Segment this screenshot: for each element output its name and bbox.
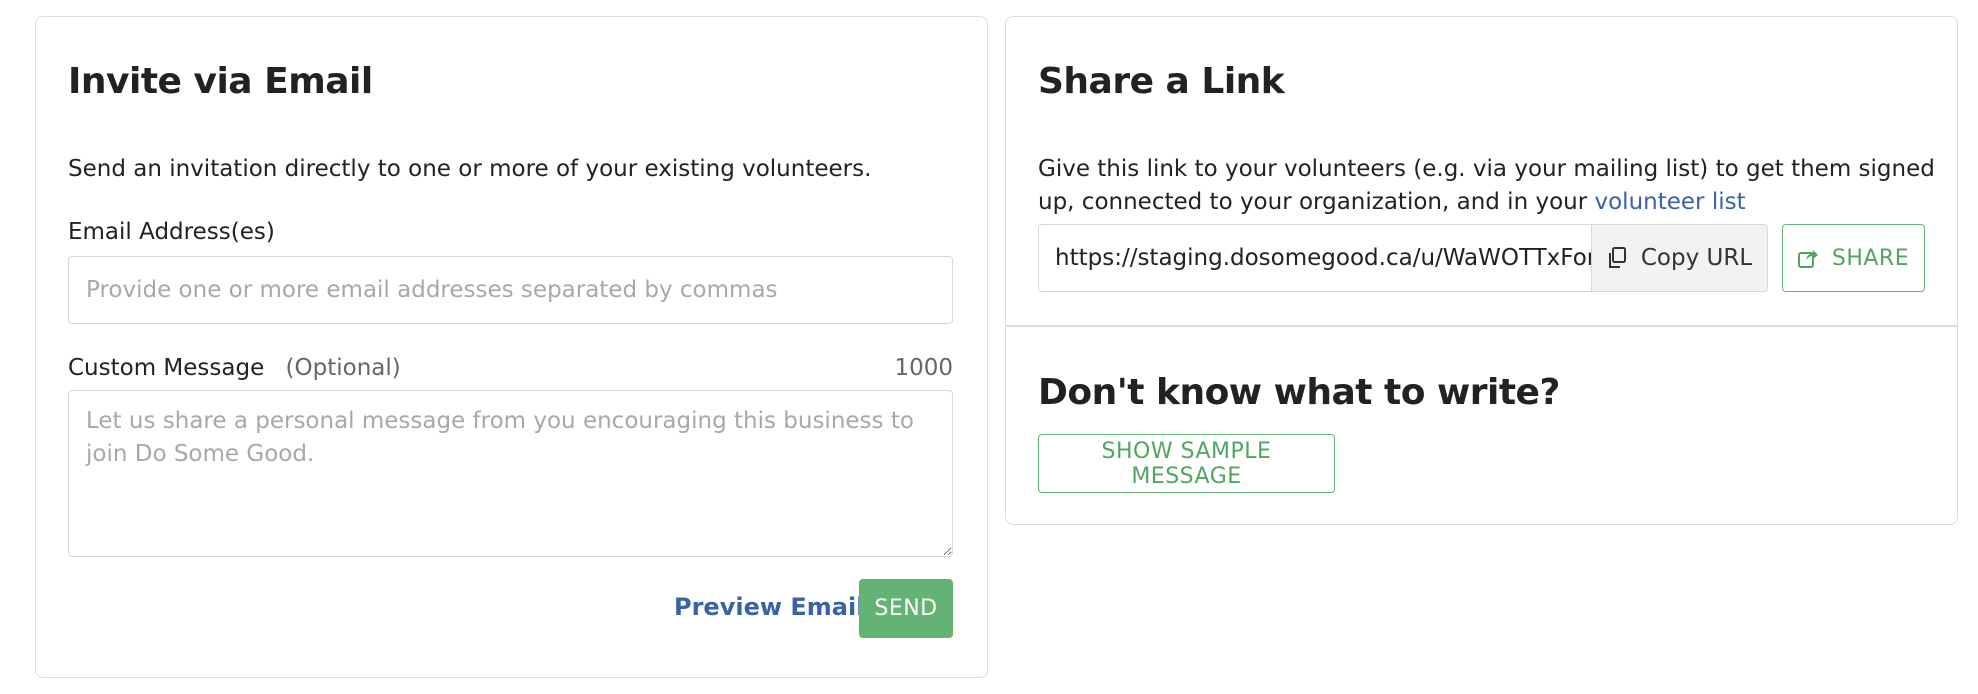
sample-message-title: Don't know what to write? bbox=[1038, 372, 1560, 413]
email-address-input[interactable] bbox=[68, 256, 953, 324]
share-link-description: Give this link to your volunteers (e.g. … bbox=[1038, 153, 1938, 219]
share-link-title: Share a Link bbox=[1038, 61, 1285, 102]
send-button[interactable]: SEND bbox=[859, 579, 953, 638]
custom-message-optional: (Optional) bbox=[285, 355, 401, 381]
share-button-label: SHARE bbox=[1831, 245, 1910, 271]
share-url-group: https://staging.dosomegood.ca/u/WaWOTTxF… bbox=[1038, 224, 1768, 292]
copy-url-label: Copy URL bbox=[1640, 245, 1753, 271]
invite-email-description: Send an invitation directly to one or mo… bbox=[68, 156, 872, 182]
custom-message-label: Custom Message (Optional) bbox=[68, 355, 401, 381]
custom-message-textarea[interactable] bbox=[68, 390, 953, 557]
share-icon bbox=[1797, 248, 1818, 268]
character-count: 1000 bbox=[894, 355, 953, 381]
share-link-description-text: Give this link to your volunteers (e.g. … bbox=[1038, 156, 1935, 215]
invite-via-email-card: Invite via Email Send an invitation dire… bbox=[35, 16, 988, 678]
volunteer-list-link[interactable]: volunteer list bbox=[1595, 189, 1746, 215]
custom-message-label-text: Custom Message bbox=[68, 355, 265, 381]
share-link-card: Share a Link Give this link to your volu… bbox=[1005, 16, 1958, 525]
share-button[interactable]: SHARE bbox=[1782, 224, 1925, 292]
copy-icon bbox=[1607, 247, 1627, 269]
preview-email-link[interactable]: Preview Email bbox=[674, 593, 864, 621]
share-url-field[interactable]: https://staging.dosomegood.ca/u/WaWOTTxF… bbox=[1039, 225, 1591, 291]
show-sample-message-button[interactable]: SHOW SAMPLE MESSAGE bbox=[1038, 434, 1335, 493]
section-divider bbox=[1006, 325, 1957, 327]
email-address-label: Email Address(es) bbox=[68, 219, 275, 245]
copy-url-button[interactable]: Copy URL bbox=[1591, 225, 1767, 291]
invite-email-title: Invite via Email bbox=[68, 61, 373, 102]
